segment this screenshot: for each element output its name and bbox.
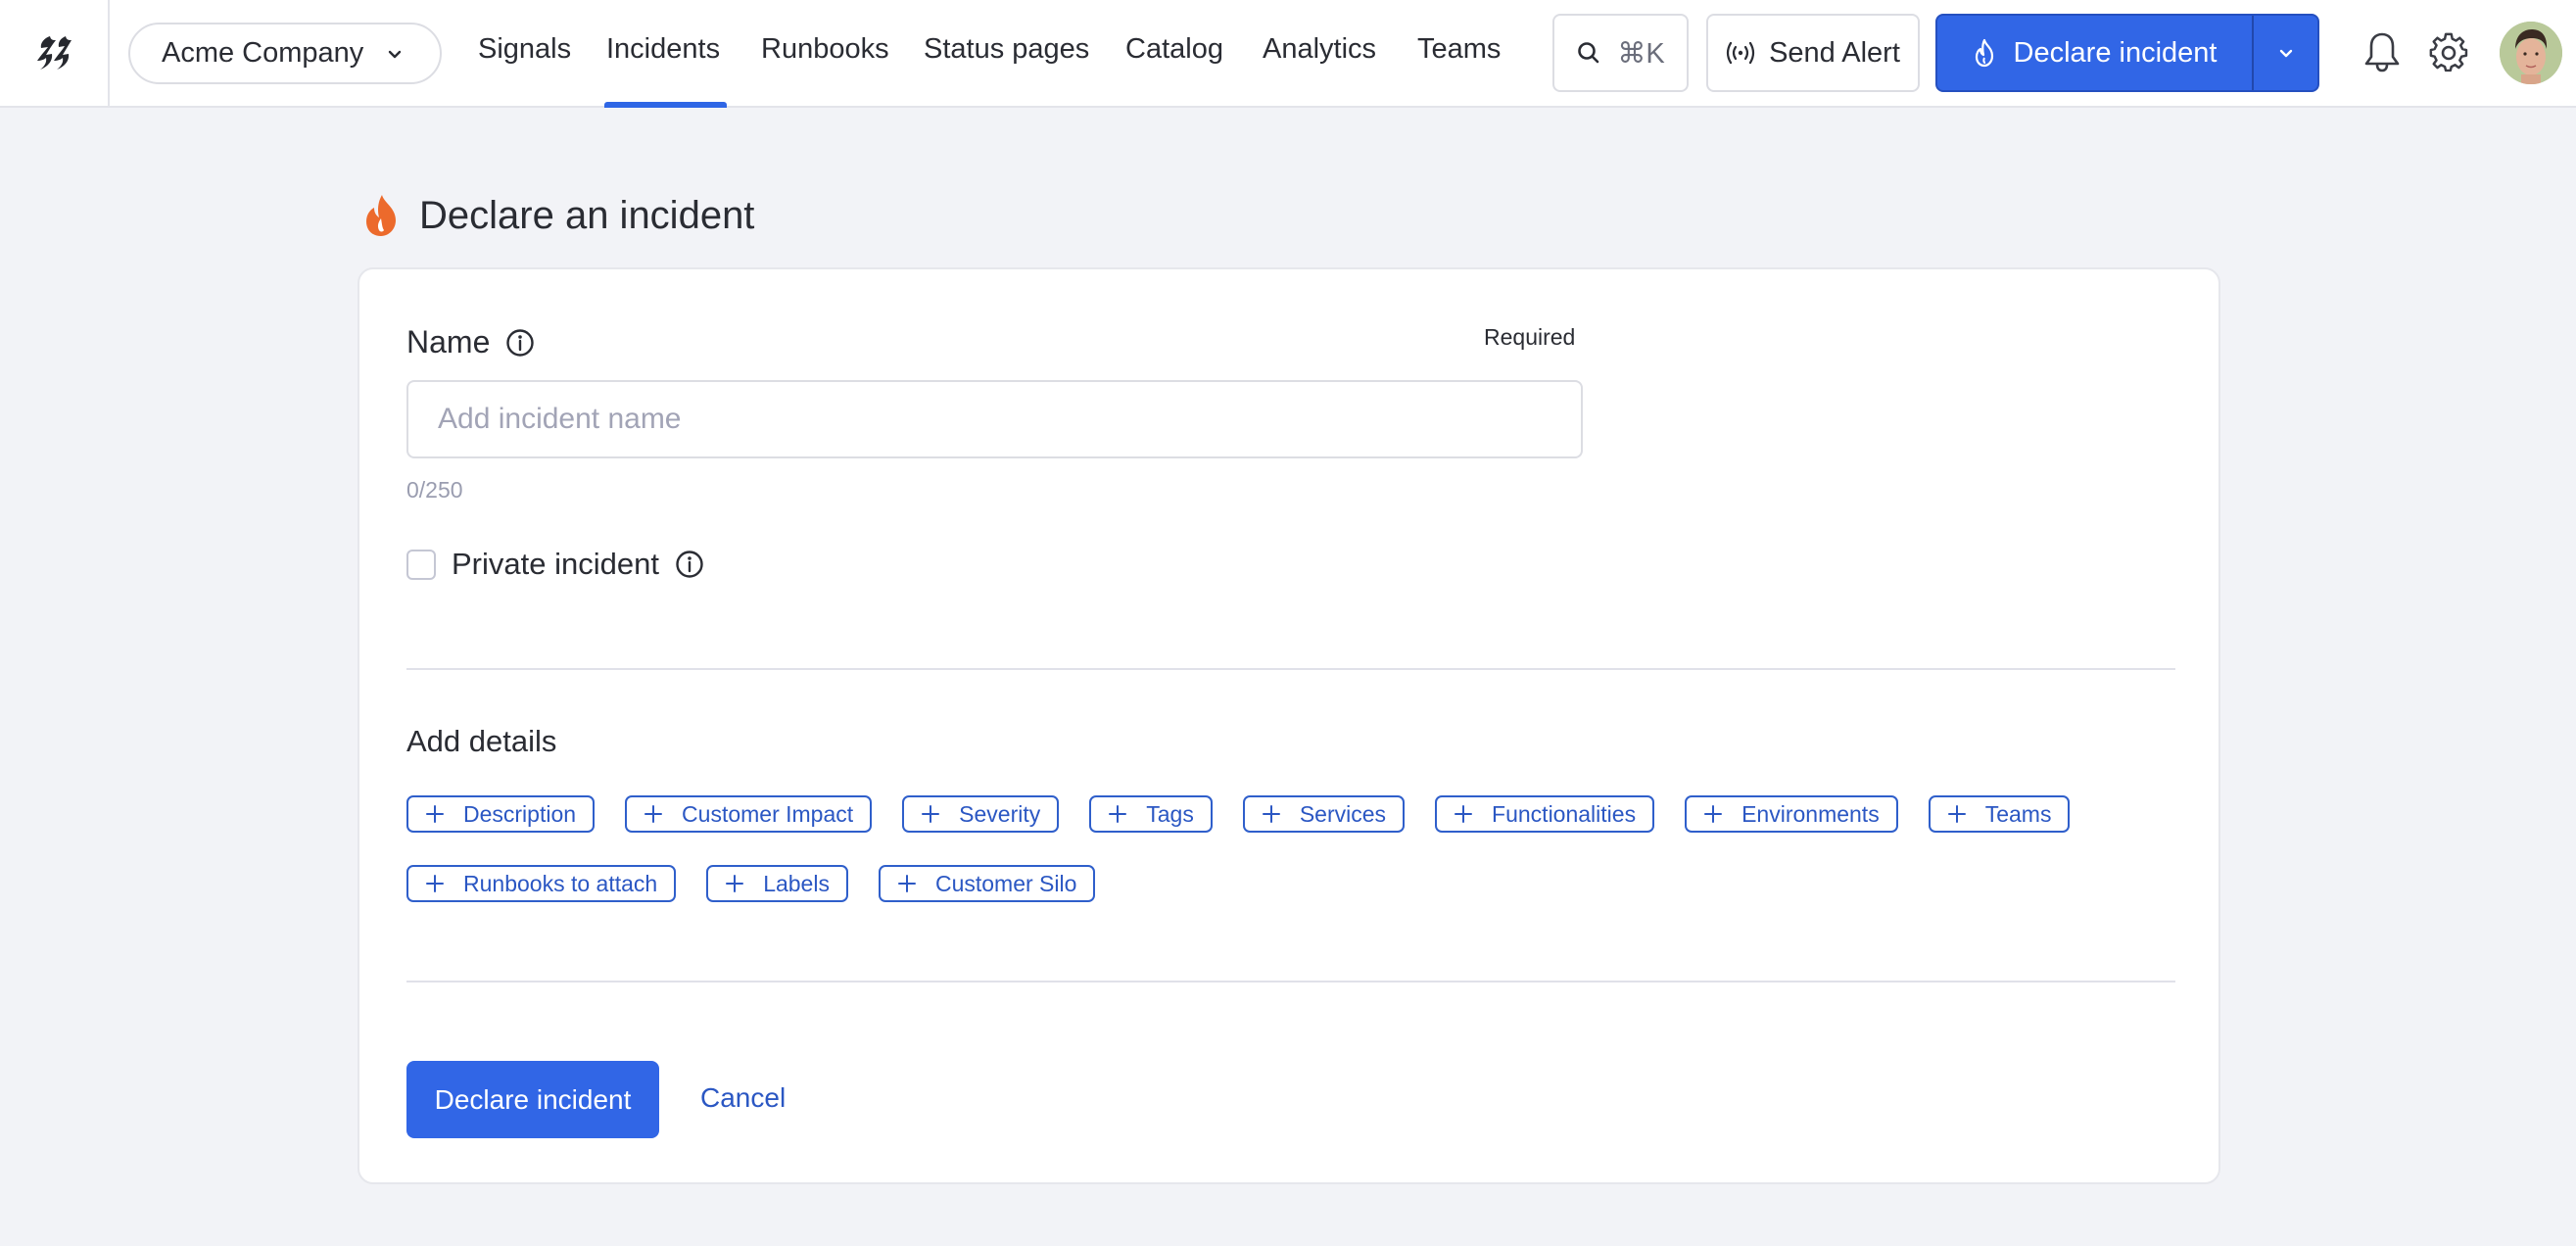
declare-incident-split-button: Declare incident	[1935, 14, 2319, 92]
flame-outline-icon	[1975, 38, 1993, 68]
user-avatar[interactable]	[2500, 22, 2562, 84]
detail-chips: Description Customer Impact Severity Tags Se…	[406, 795, 2189, 902]
company-name: Acme Company	[162, 37, 364, 69]
chip-label: Description	[463, 800, 577, 827]
chip-label: Functionalities	[1492, 800, 1637, 827]
add-detail-chip-teams[interactable]: Teams	[1928, 795, 2071, 833]
required-indicator: Required	[1484, 324, 1576, 350]
chip-label: Labels	[763, 870, 830, 896]
private-info-icon[interactable]	[675, 550, 704, 579]
declare-options-dropdown[interactable]	[2254, 16, 2317, 90]
company-switcher[interactable]: Acme Company	[128, 23, 442, 84]
section-divider	[406, 668, 2175, 670]
add-detail-chip-functionalities[interactable]: Functionalities	[1435, 795, 1655, 833]
info-icon	[506, 328, 535, 357]
character-count: 0/250	[406, 477, 463, 503]
send-alert-button[interactable]: Send Alert	[1706, 14, 1920, 92]
cancel-button[interactable]: Cancel	[700, 1082, 786, 1114]
declare-incident-button[interactable]: Declare incident	[1937, 16, 2254, 90]
chip-label: Severity	[959, 800, 1041, 827]
chip-label: Environments	[1741, 800, 1880, 827]
plus-icon	[922, 805, 940, 823]
broadcast-icon	[1726, 41, 1755, 65]
name-info-icon[interactable]	[505, 328, 535, 358]
chip-label: Teams	[1984, 800, 2052, 827]
logo-home-link[interactable]	[0, 0, 110, 106]
plus-icon	[726, 875, 744, 892]
plus-icon	[1947, 805, 1966, 823]
plus-icon	[1704, 805, 1723, 823]
firehydrant-logo-icon	[37, 36, 72, 70]
plus-icon	[644, 805, 663, 823]
chip-label: Services	[1299, 800, 1387, 827]
add-detail-chip-customer-impact[interactable]: Customer Impact	[625, 795, 873, 833]
add-detail-chip-services[interactable]: Services	[1242, 795, 1406, 833]
settings-button[interactable]	[2425, 29, 2472, 76]
plus-icon	[1109, 805, 1127, 823]
nav-item-signals[interactable]: Signals	[478, 33, 571, 66]
plus-icon	[426, 875, 444, 892]
flame-icon	[366, 195, 396, 236]
chevron-down-icon	[2279, 49, 2292, 58]
search-shortcut: ⌘K	[1617, 37, 1665, 70]
search-button[interactable]: ⌘K	[1552, 14, 1689, 92]
active-tab-indicator	[604, 102, 727, 108]
add-detail-chip-description[interactable]: Description	[406, 795, 596, 833]
chip-label: Tags	[1146, 800, 1194, 827]
add-detail-chip-customer-silo[interactable]: Customer Silo	[878, 865, 1096, 902]
nav-item-analytics[interactable]: Analytics	[1263, 33, 1376, 66]
page-title-row: Declare an incident	[362, 186, 754, 245]
notifications-button[interactable]	[2359, 29, 2406, 76]
gear-icon	[2429, 32, 2468, 72]
info-icon	[676, 551, 703, 578]
top-navigation: Acme Company Signals Incidents Runbooks …	[0, 0, 2576, 108]
avatar-image	[2500, 22, 2562, 84]
plus-icon	[897, 875, 916, 892]
add-detail-chip-tags[interactable]: Tags	[1089, 795, 1213, 833]
nav-item-teams[interactable]: Teams	[1417, 33, 1501, 66]
add-detail-chip-environments[interactable]: Environments	[1685, 795, 1898, 833]
declare-incident-label: Declare incident	[2013, 36, 2218, 69]
add-detail-chip-severity[interactable]: Severity	[902, 795, 1060, 833]
private-incident-row: Private incident	[406, 547, 704, 582]
bell-icon	[2364, 32, 2400, 72]
plus-icon	[426, 805, 444, 823]
nav-item-catalog[interactable]: Catalog	[1125, 33, 1223, 66]
section-divider	[406, 981, 2175, 982]
private-incident-label: Private incident	[452, 547, 659, 581]
name-field-label: Name	[406, 324, 535, 360]
chevron-down-icon	[388, 50, 402, 59]
nav-item-runbooks[interactable]: Runbooks	[761, 33, 889, 66]
nav-item-status-pages[interactable]: Status pages	[924, 33, 1089, 66]
search-icon	[1578, 42, 1599, 64]
page-title: Declare an incident	[419, 193, 755, 237]
chip-label: Runbooks to attach	[463, 870, 658, 896]
declare-incident-form: Name Required 0/250 Private incident Add…	[358, 267, 2220, 1184]
chip-label: Customer Silo	[934, 870, 1077, 896]
add-details-heading: Add details	[406, 724, 557, 758]
private-incident-checkbox[interactable]	[406, 549, 436, 580]
incident-name-input[interactable]	[406, 380, 1583, 458]
plus-icon	[1262, 805, 1280, 823]
plus-icon	[1455, 805, 1473, 823]
nav-item-incidents[interactable]: Incidents	[606, 33, 720, 66]
name-label: Name	[406, 324, 491, 359]
declare-incident-submit-button[interactable]: Declare incident	[406, 1061, 659, 1138]
add-detail-chip-runbooks-to-attach[interactable]: Runbooks to attach	[406, 865, 677, 902]
chip-label: Customer Impact	[682, 800, 854, 827]
send-alert-label: Send Alert	[1769, 36, 1900, 69]
add-detail-chip-labels[interactable]: Labels	[706, 865, 848, 902]
